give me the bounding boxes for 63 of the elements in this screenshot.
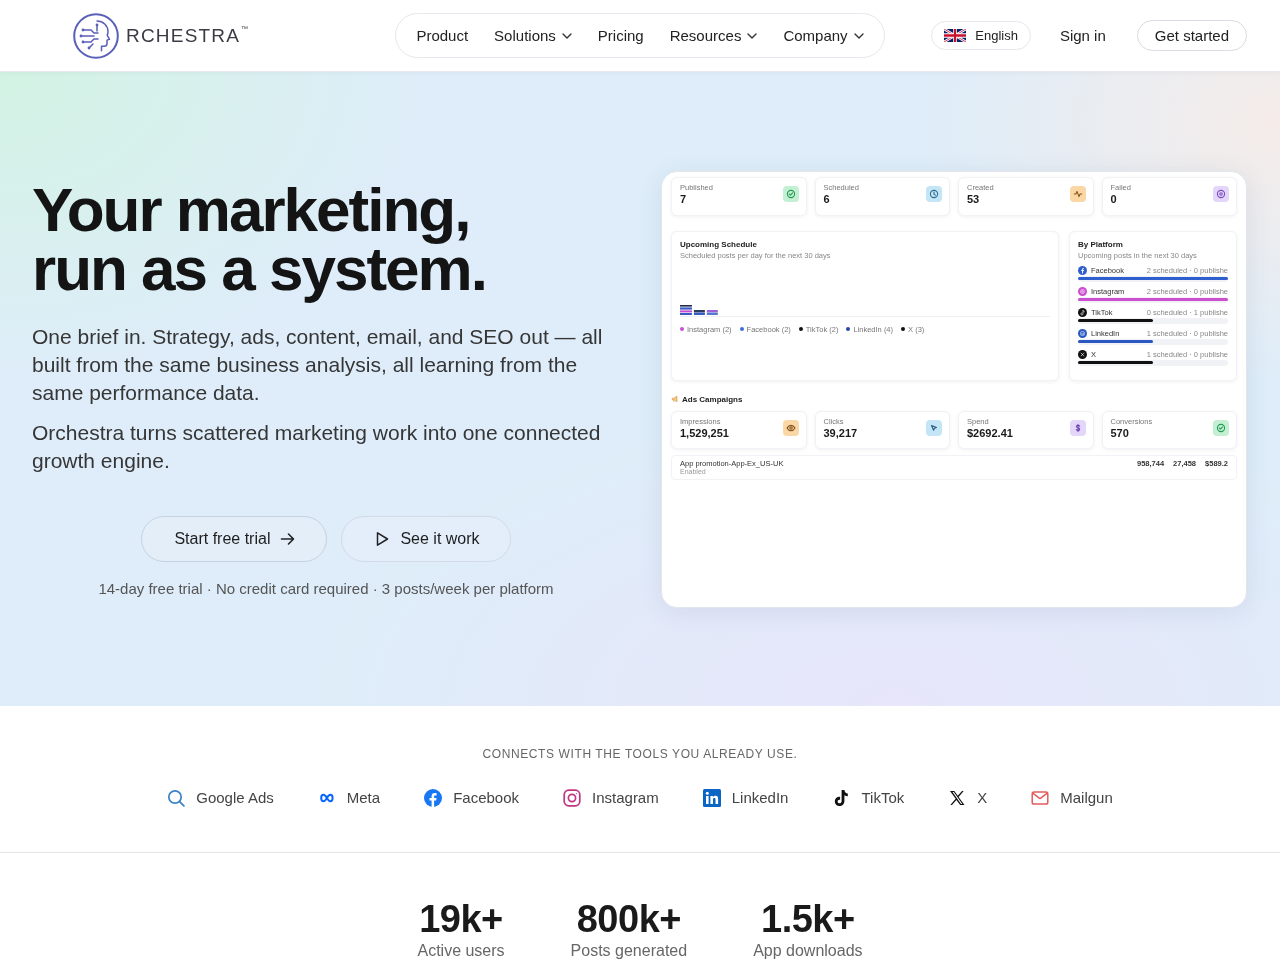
see-it-work-button[interactable]: See it work [341, 515, 511, 562]
stat-value: $2692.41 [967, 426, 1013, 440]
integrations-heading: CONNECTS WITH THE TOOLS YOU ALREADY USE. [481, 747, 799, 761]
x-logo-icon [1078, 349, 1087, 359]
sign-in-link[interactable]: Sign in [1059, 27, 1106, 44]
eye-icon [782, 419, 799, 436]
integration-name: X [977, 788, 988, 808]
language-selector[interactable]: English [931, 21, 1031, 50]
nav-link[interactable]: Pricing [597, 27, 644, 44]
hero-paragraph: Orchestra turns scattered marketing work into one connected growth engine. [32, 419, 602, 474]
instagram-icon [563, 789, 581, 807]
uk-flag-icon [944, 29, 967, 42]
dollar-icon [1069, 419, 1086, 436]
facebook-icon [424, 789, 443, 807]
facebook-icon [1078, 265, 1087, 275]
integration-name: Mailgun [1060, 788, 1113, 808]
stat-number: 1.5k+ [761, 899, 855, 939]
tiktok-icon [1078, 307, 1087, 317]
integration-name: Meta [346, 788, 381, 808]
play-icon [374, 530, 391, 547]
search-icon [167, 789, 186, 807]
stat-value: 1,529,251 [680, 426, 729, 440]
nav-link[interactable]: Company [783, 27, 864, 44]
integration-name: Facebook [453, 788, 519, 808]
logo-wordmark: RCHESTRA [126, 24, 241, 47]
hero-title: Your marketing, run as a system. [32, 173, 487, 305]
nav-link[interactable]: Product [416, 27, 469, 44]
stat-caption: Active users [417, 943, 505, 959]
stat-value: 39,217 [823, 426, 858, 440]
start-trial-button[interactable]: Start free trial [141, 515, 328, 562]
linkedin-icon [1078, 328, 1087, 338]
stat-number: 19k+ [419, 899, 503, 939]
integration-name: Instagram [592, 788, 659, 808]
logo-icon[interactable] [73, 12, 119, 59]
stat-caption: App downloads [753, 943, 863, 959]
activity-icon [1069, 185, 1086, 202]
integration-name: Google Ads [196, 788, 274, 808]
trial-note: 14-day free trial · No credit card required · 3 posts/week per platform [97, 578, 555, 599]
nav-link[interactable]: Resources [669, 27, 758, 44]
section-title: Ads Campaigns [682, 394, 743, 404]
arrow-right-icon [280, 530, 297, 547]
hero-paragraph: One brief in. Strategy, ads, content, email, and SEO out — all built from the same business analysis, all learning from the same performance data. [32, 323, 604, 406]
cursor-icon [926, 419, 942, 436]
get-started-button[interactable]: Get started [1136, 20, 1247, 51]
tiktok-icon [832, 789, 851, 807]
x-logo-icon [948, 789, 967, 807]
panel-title: Upcoming Schedule [680, 239, 758, 249]
clock-icon [926, 185, 942, 202]
stat-value: 0 [1110, 192, 1117, 206]
stat-value: 7 [680, 192, 687, 206]
stat-value: 570 [1110, 426, 1129, 440]
stat-number: 800k+ [576, 899, 681, 939]
instagram-icon [1078, 286, 1087, 296]
panel-title: By Platform [1078, 239, 1124, 249]
linkedin-icon [702, 789, 721, 807]
stat-caption: Posts generated [570, 943, 688, 959]
nav-link[interactable]: Solutions [494, 27, 572, 44]
stat-value: 53 [967, 192, 980, 206]
envelope-icon [1031, 789, 1050, 807]
integration-name: TikTok [861, 788, 905, 808]
integration-name: LinkedIn [731, 788, 789, 808]
stat-value: 6 [823, 192, 830, 206]
megaphone-icon [671, 395, 679, 403]
